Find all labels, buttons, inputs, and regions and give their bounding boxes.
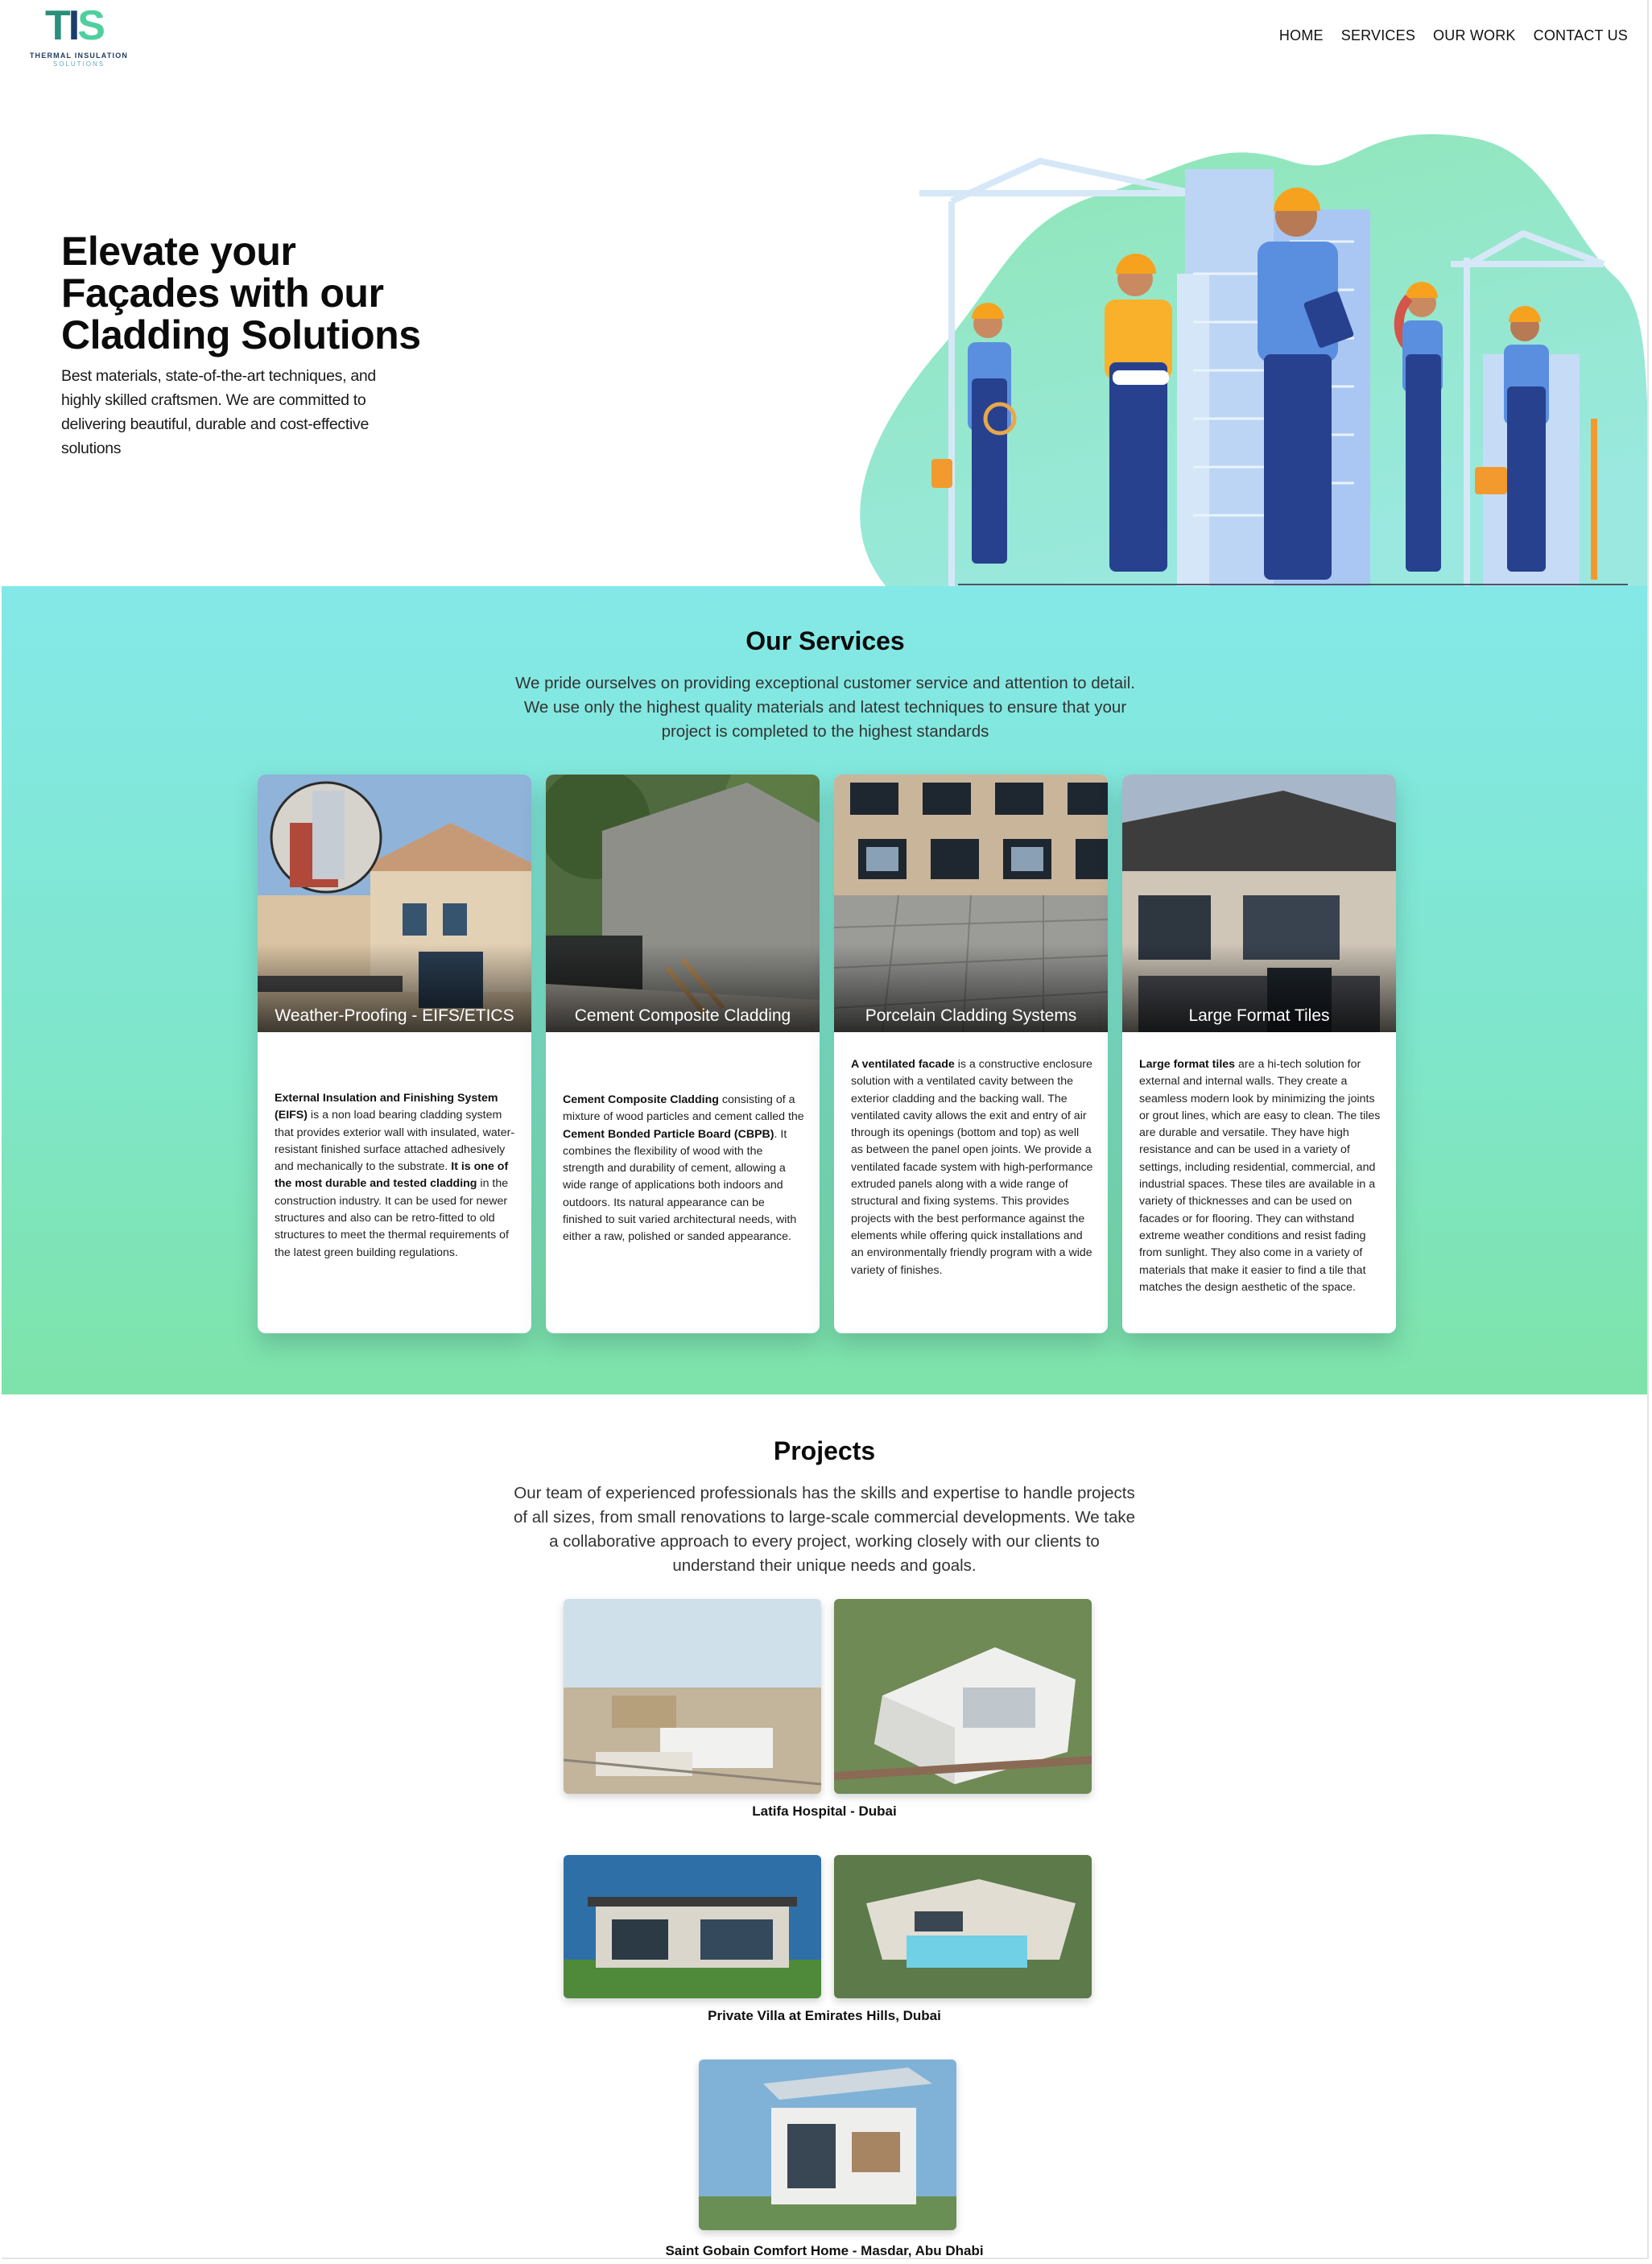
- nav-our-work[interactable]: OUR WORK: [1433, 27, 1516, 44]
- project-image-saint-gobain[interactable]: [699, 2059, 956, 2230]
- project-caption-villa: Private Villa at Emirates Hills, Dubai: [708, 2008, 941, 2023]
- workers-illustration: [860, 134, 1647, 588]
- card-text-porcelain: A ventilated facade is a constructive en…: [851, 1056, 1093, 1279]
- hero-title: Elevate your Façades with our Cladding S…: [61, 229, 421, 357]
- card-image-eifs: Weather-Proofing - EIFS/ETICS: [258, 775, 531, 1032]
- card-title-tiles: Large Format Tiles: [1188, 1006, 1330, 1025]
- project-image-villa-1[interactable]: [564, 1855, 821, 1998]
- hero-subtitle: Best materials, state-of-the-art techniq…: [61, 367, 376, 457]
- project-image-latifa-2[interactable]: [834, 1599, 1092, 1794]
- projects-title: Projects: [773, 1436, 876, 1465]
- card-text-segment: is a constructive enclosure solution wit…: [851, 1058, 1093, 1277]
- card-text-segment: Large format tiles: [1139, 1058, 1236, 1071]
- service-card-porcelain[interactable]: Porcelain Cladding Systems A ventilated …: [834, 775, 1108, 1333]
- card-text-eifs: External Insulation and Finishing System…: [275, 1090, 517, 1262]
- service-card-cement[interactable]: Cement Composite Cladding Cement Composi…: [546, 775, 820, 1333]
- card-text-segment: A ventilated facade: [851, 1058, 955, 1071]
- card-text-segment: . It combines the flexibility of wood wi…: [563, 1127, 797, 1244]
- nav-home[interactable]: HOME: [1279, 27, 1324, 44]
- card-title-porcelain: Porcelain Cladding Systems: [865, 1006, 1077, 1025]
- nav-services[interactable]: SERVICES: [1341, 27, 1415, 44]
- card-text-segment: Cement Bonded Particle Board (CBPB): [563, 1127, 774, 1141]
- card-text-segment: are a hi-tech solution for external and …: [1139, 1058, 1381, 1294]
- project-image-villa-2[interactable]: [834, 1855, 1092, 1998]
- nav-contact-us[interactable]: CONTACT US: [1534, 27, 1628, 44]
- card-text-segment: Cement Composite Cladding: [563, 1093, 719, 1106]
- logo[interactable]: TIS THERMAL INSULATION SOLUTIONS: [23, 3, 135, 71]
- card-image-porcelain: Porcelain Cladding Systems: [834, 775, 1108, 1032]
- service-card-eifs[interactable]: Weather-Proofing - EIFS/ETICS External I…: [258, 775, 531, 1333]
- service-cards: Weather-Proofing - EIFS/ETICS External I…: [258, 775, 1396, 1333]
- services-title: Our Services: [745, 626, 905, 655]
- card-text-tiles: Large format tiles are a hi-tech solutio…: [1139, 1056, 1381, 1296]
- project-image-latifa-1[interactable]: [564, 1599, 821, 1794]
- services-subtitle: We pride ourselves on providing exceptio…: [515, 674, 1135, 741]
- card-text-cement: Cement Composite Cladding consisting of …: [563, 1092, 805, 1246]
- card-title-cement: Cement Composite Cladding: [574, 1006, 791, 1025]
- service-card-tiles[interactable]: Large Format Tiles Large format tiles ar…: [1122, 775, 1396, 1333]
- logo-mark: TIS: [45, 2, 105, 49]
- services-section: Our Services We pride ourselves on provi…: [2, 586, 1647, 1394]
- card-image-cement: Cement Composite Cladding: [546, 775, 820, 1032]
- page: TIS THERMAL INSULATION SOLUTIONS HOME SE…: [2, 0, 1649, 2259]
- main-nav: HOME SERVICES OUR WORK CONTACT US: [1279, 27, 1628, 44]
- project-caption-latifa: Latifa Hospital - Dubai: [752, 1803, 897, 1819]
- projects-subtitle: Our team of experienced professionals ha…: [513, 1484, 1136, 1575]
- logo-line2: SOLUTIONS: [52, 60, 105, 68]
- logo-line1: THERMAL INSULATION: [29, 52, 129, 60]
- project-caption-saint-gobain: Saint Gobain Comfort Home - Masdar, Abu …: [665, 2243, 984, 2258]
- card-title-eifs: Weather-Proofing - EIFS/ETICS: [275, 1006, 514, 1025]
- card-image-tiles: Large Format Tiles: [1122, 775, 1396, 1032]
